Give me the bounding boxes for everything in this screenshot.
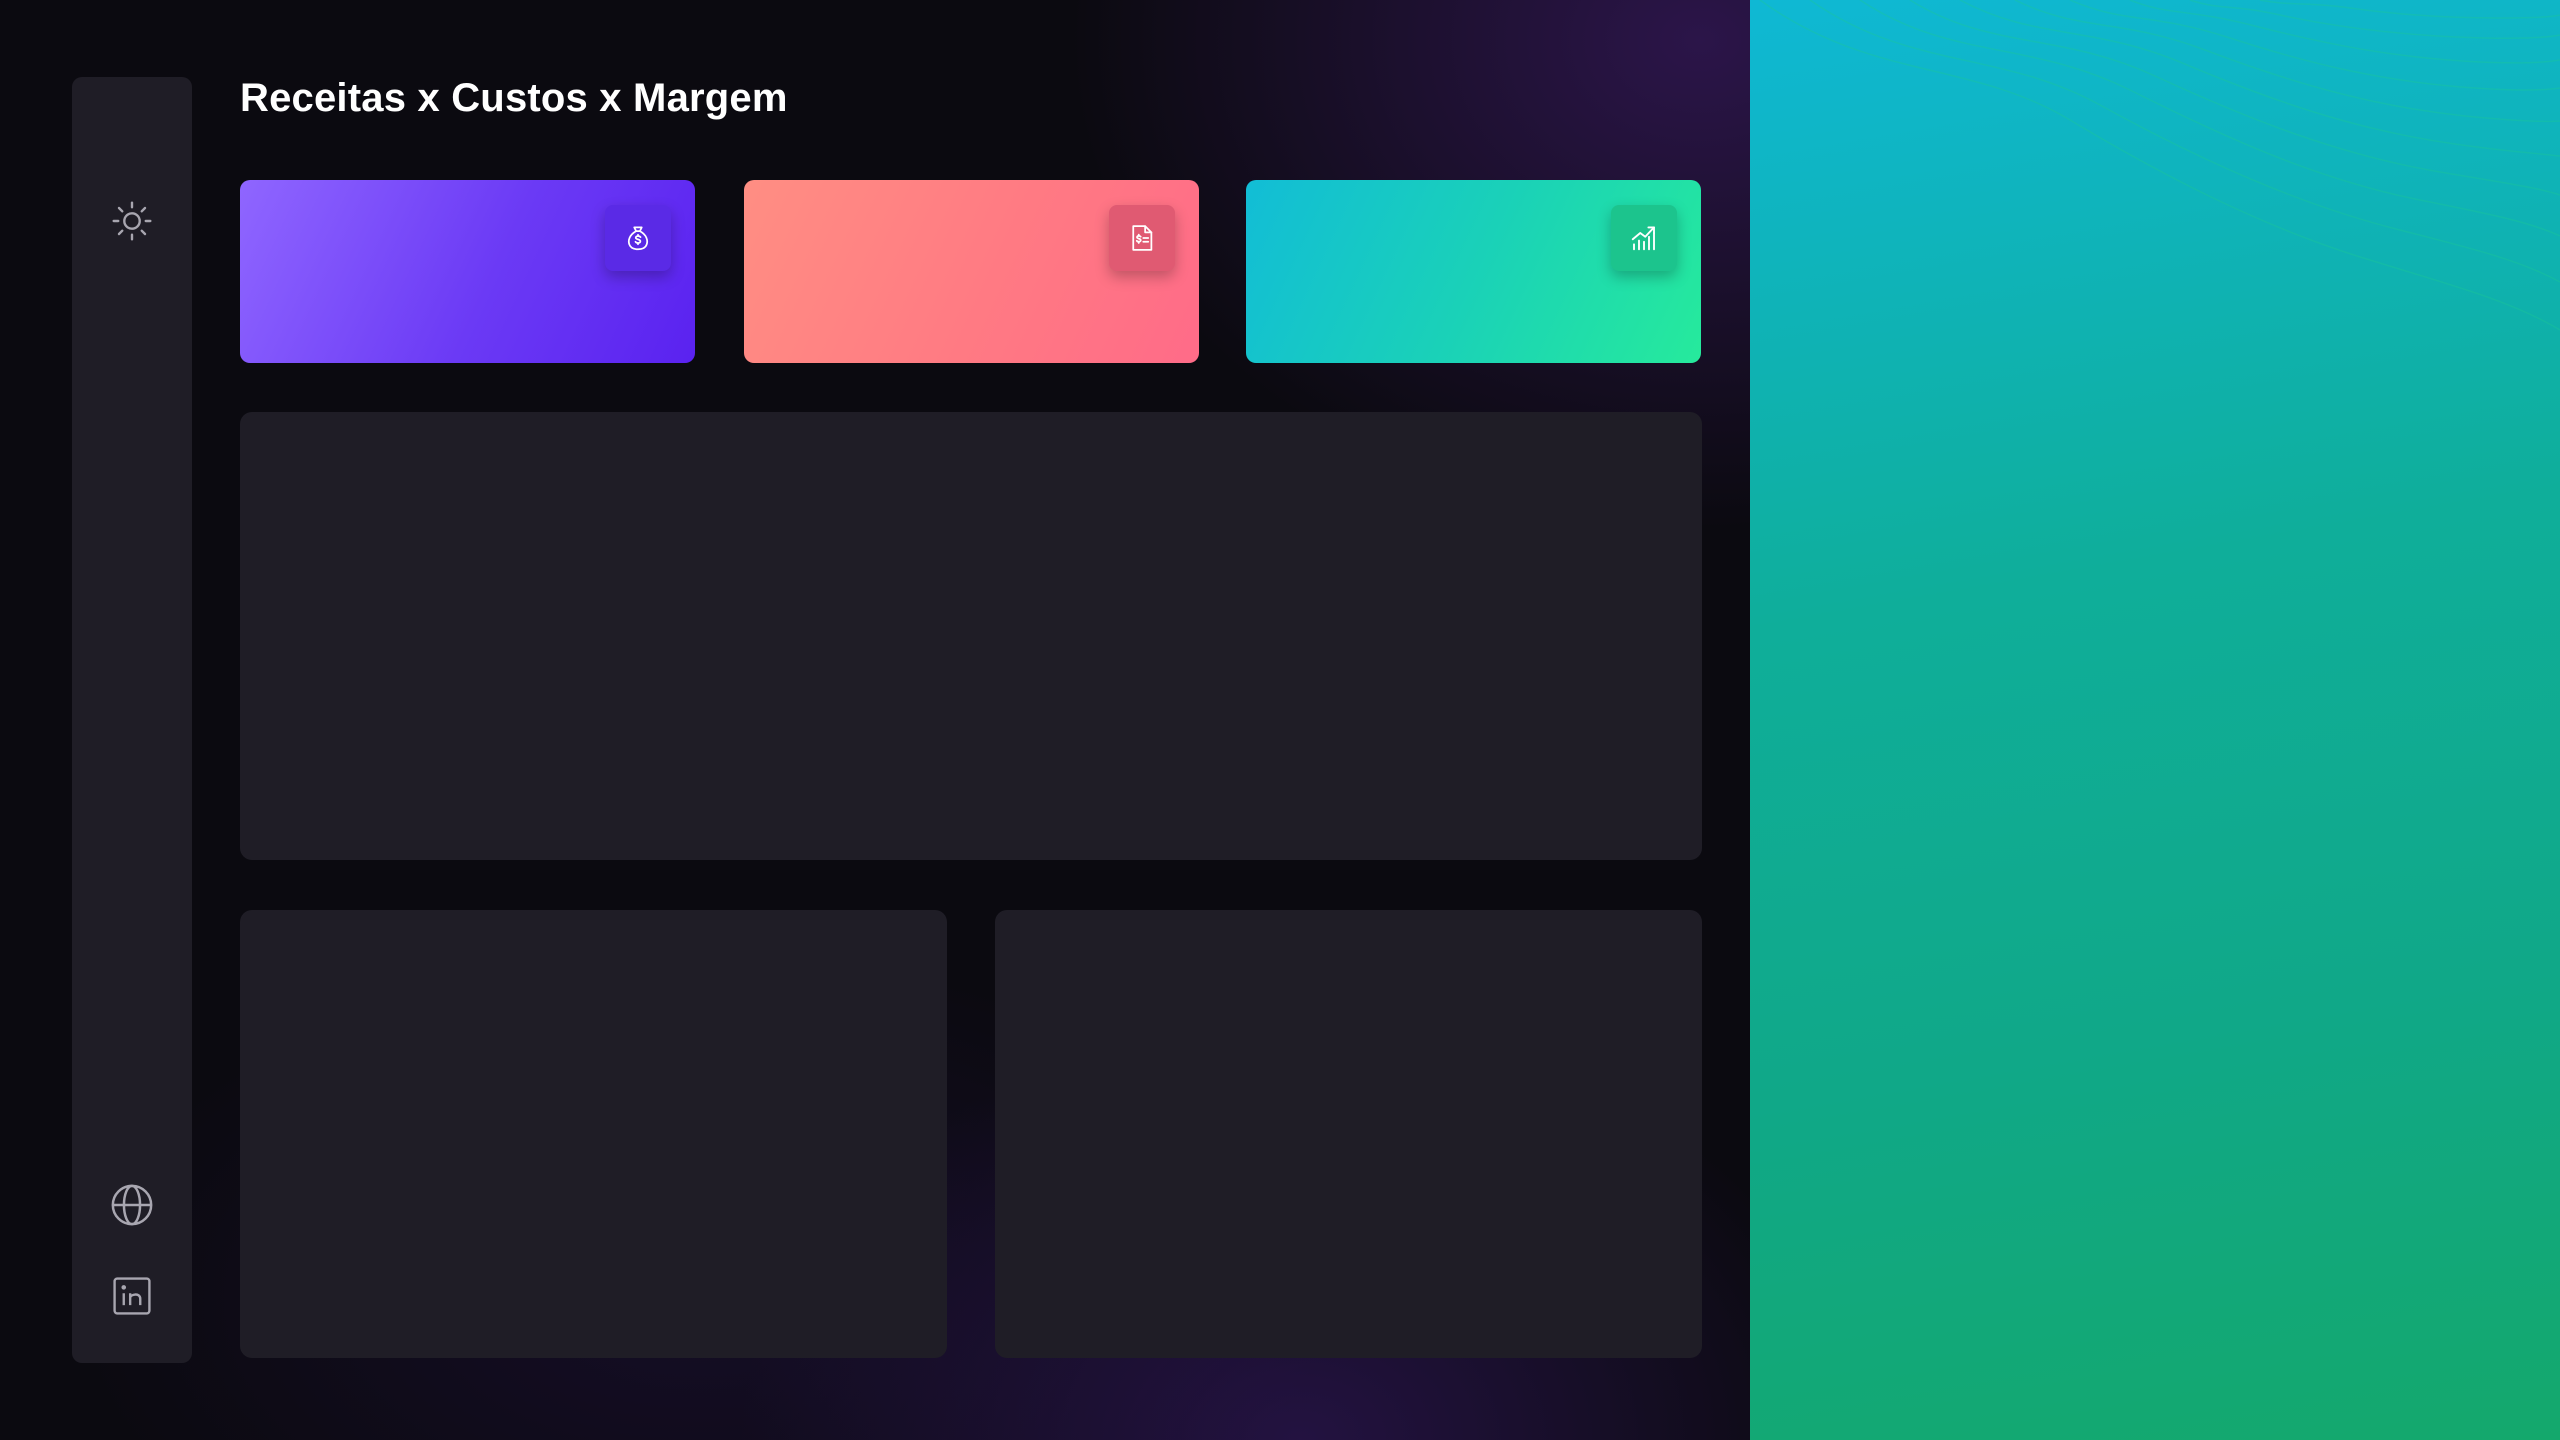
kpi-card-margem: [1246, 180, 1701, 363]
sun-icon[interactable]: [108, 197, 156, 245]
kpi-card-receitas: [240, 180, 695, 363]
dashboard: Receitas x Custos x Margem: [0, 0, 1750, 1440]
bottom-right-panel: [995, 910, 1702, 1358]
page-title: Receitas x Custos x Margem: [240, 76, 788, 120]
globe-icon[interactable]: [108, 1181, 156, 1229]
linkedin-icon[interactable]: [108, 1272, 156, 1320]
sidebar: [72, 77, 192, 1363]
main-chart-panel: [240, 412, 1702, 860]
money-bag-icon: [605, 205, 671, 271]
decorative-gradient-background: [1750, 0, 2560, 1440]
wave-lines-decoration: [1759, 0, 2560, 331]
bottom-left-panel: [240, 910, 947, 1358]
kpi-card-custos: [744, 180, 1199, 363]
invoice-dollar-icon: [1109, 205, 1175, 271]
growth-chart-icon: [1611, 205, 1677, 271]
